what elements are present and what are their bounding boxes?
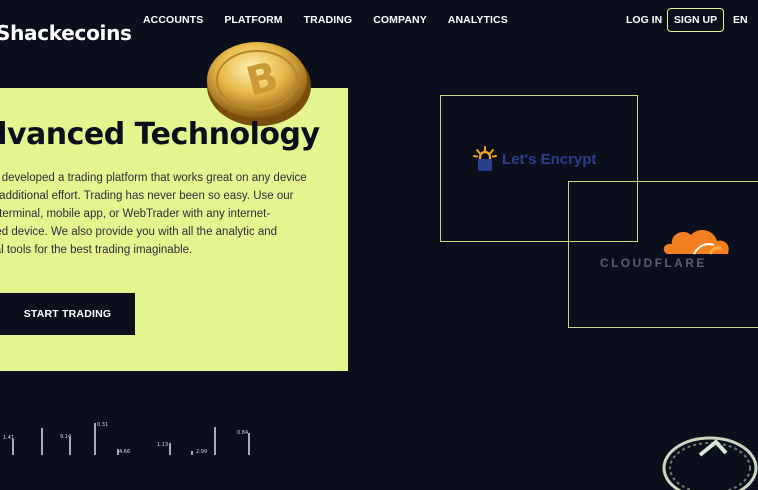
- description-line: ave developed a trading platform that wo…: [0, 172, 307, 184]
- ticker-value: 1.41: [3, 435, 14, 441]
- nav-platform[interactable]: PLATFORM: [224, 14, 282, 26]
- ticker-value: 1.13: [157, 442, 168, 448]
- hero-title: dvanced Technology: [0, 117, 320, 152]
- cloud-icon: [663, 230, 729, 255]
- description-line: ected device. We also provide you with a…: [0, 226, 278, 238]
- decorative-ring-graphic: [662, 436, 758, 490]
- hero-description: ave developed a trading platform that wo…: [0, 169, 325, 259]
- site-logo[interactable]: Shackecoins: [0, 21, 132, 45]
- price-ticker-chart: 1.41 9.14 0.31 4.66 1.13 2.99 0.84: [3, 422, 250, 455]
- description-line: out additional effort. Trading has never…: [0, 190, 294, 202]
- signup-button[interactable]: SIGN UP: [667, 8, 724, 32]
- login-link[interactable]: LOG IN: [626, 14, 662, 26]
- nav-company[interactable]: COMPANY: [373, 14, 427, 26]
- bitcoin-coin-image: B: [207, 42, 311, 126]
- language-selector[interactable]: EN: [733, 14, 748, 26]
- letsencrypt-logo: Let's Encrypt: [473, 146, 596, 172]
- nav-analytics[interactable]: ANALYTICS: [448, 14, 508, 26]
- nav-trading[interactable]: TRADING: [304, 14, 353, 26]
- nav-accounts[interactable]: ACCOUNTS: [143, 14, 203, 26]
- ticker-value: 2.99: [196, 449, 207, 455]
- cloudflare-logo: CLOUDFLARE: [600, 222, 735, 270]
- cloudflare-label: CLOUDFLARE: [600, 256, 707, 270]
- description-line: top terminal, mobile app, or WebTrader w…: [0, 208, 271, 220]
- letsencrypt-label: Let's Encrypt: [502, 150, 597, 168]
- description-line: nical tools for the best trading imagina…: [0, 244, 193, 256]
- ticker-value: 0.31: [97, 422, 108, 428]
- main-nav: ACCOUNTS PLATFORM TRADING COMPANY ANALYT…: [143, 14, 529, 26]
- start-trading-button[interactable]: START TRADING: [0, 293, 135, 335]
- ticker-value: 9.14: [60, 434, 71, 440]
- letsencrypt-lock-icon: [473, 146, 497, 171]
- ticker-value: 0.84: [237, 430, 248, 436]
- ticker-value: 4.66: [119, 449, 130, 455]
